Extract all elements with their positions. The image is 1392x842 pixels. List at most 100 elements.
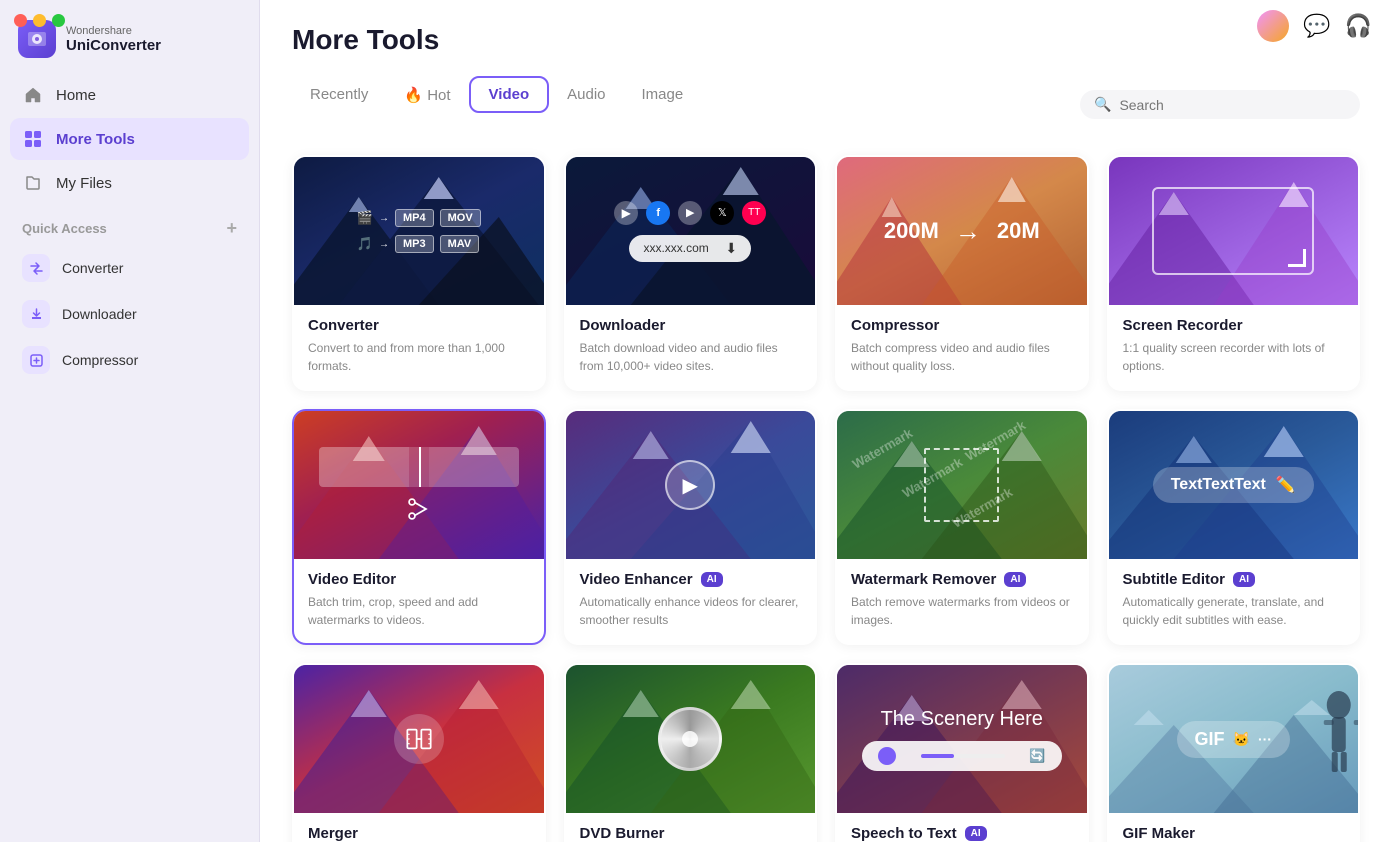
close-button[interactable] — [14, 14, 27, 27]
tool-card-subtitle-editor[interactable]: TextTextText ✏️ Subtitle Editor AI Autom… — [1107, 409, 1361, 645]
compressor-quick-icon — [22, 346, 50, 374]
converter-quick-icon — [22, 254, 50, 282]
ai-badge-subtitle-editor: AI — [1233, 572, 1255, 587]
sidebar-nav: Home More Tools My Files — [0, 74, 259, 204]
search-icon: 🔍 — [1094, 96, 1111, 113]
video-editor-thumb-overlay — [294, 411, 544, 559]
tool-card-screen-recorder[interactable]: Screen Recorder 1:1 quality screen recor… — [1107, 155, 1361, 391]
tool-thumb-gif-maker: GIF 🐱 ··· — [1109, 665, 1359, 813]
tool-desc-video-editor: Batch trim, crop, speed and add watermar… — [308, 593, 530, 629]
sidebar-item-home[interactable]: Home — [10, 74, 249, 116]
tool-name-video-enhancer: Video Enhancer — [580, 571, 693, 588]
tool-info-compressor: Compressor Batch compress video and audi… — [837, 305, 1087, 389]
tool-card-video-editor[interactable]: Video Editor Batch trim, crop, speed and… — [292, 409, 546, 645]
tool-thumb-compressor: 200M → 20M — [837, 157, 1087, 305]
quick-item-converter[interactable]: Converter — [10, 245, 249, 291]
tab-hot[interactable]: 🔥 Hot — [386, 78, 468, 112]
tool-desc-compressor: Batch compress video and audio files wit… — [851, 339, 1073, 375]
search-input[interactable] — [1119, 97, 1346, 113]
sidebar: Wondershare UniConverter Home More T — [0, 0, 260, 842]
sidebar-item-more-tools[interactable]: More Tools — [10, 118, 249, 160]
tool-name-compressor: Compressor — [851, 317, 939, 334]
tool-desc-watermark-remover: Batch remove watermarks from videos or i… — [851, 593, 1073, 629]
tool-thumb-screen-recorder — [1109, 157, 1359, 305]
tool-desc-video-enhancer: Automatically enhance videos for clearer… — [580, 593, 802, 629]
tool-name-gif-maker: GIF Maker — [1123, 825, 1196, 842]
tool-name-screen-recorder: Screen Recorder — [1123, 317, 1243, 334]
tool-card-watermark-remover[interactable]: Watermark Watermark Watermark Watermark … — [835, 409, 1089, 645]
quick-item-compressor[interactable]: Compressor — [10, 337, 249, 383]
converter-thumb-overlay: 🎬 → MP4 MOV 🎵 → MP3 MAV — [294, 157, 544, 305]
tool-info-video-enhancer: Video Enhancer AI Automatically enhance … — [566, 559, 816, 643]
tab-image[interactable]: Image — [624, 78, 702, 111]
tool-info-downloader: Downloader Batch download video and audi… — [566, 305, 816, 389]
tool-card-converter[interactable]: 🎬 → MP4 MOV 🎵 → MP3 MAV — [292, 155, 546, 391]
tool-card-merger[interactable]: Merger Merge multiple video or audio fil… — [292, 663, 546, 842]
user-avatar[interactable] — [1257, 10, 1289, 42]
tool-info-dvd-burner: DVD Burner Burn videos in different form… — [566, 813, 816, 842]
tool-thumb-video-editor — [294, 411, 544, 559]
sidebar-item-my-files-label: My Files — [56, 175, 112, 192]
home-icon — [22, 84, 44, 106]
files-icon — [22, 172, 44, 194]
tool-desc-subtitle-editor: Automatically generate, translate, and q… — [1123, 593, 1345, 629]
dvd-burner-thumb-overlay — [566, 665, 816, 813]
maximize-button[interactable] — [52, 14, 65, 27]
sidebar-item-my-files[interactable]: My Files — [10, 162, 249, 204]
downloader-thumb-overlay: ▶ f ▶ 𝕏 TT xxx.xxx.com ⬇ — [566, 157, 816, 305]
tool-card-compressor[interactable]: 200M → 20M Compressor Batch compress vid… — [835, 155, 1089, 391]
tab-recently[interactable]: Recently — [292, 78, 386, 111]
ai-badge-video-enhancer: AI — [701, 572, 723, 587]
quick-access-add-button[interactable]: + — [226, 218, 237, 239]
tool-info-merger: Merger Merge multiple video or audio fil… — [294, 813, 544, 842]
tab-audio[interactable]: Audio — [549, 78, 623, 111]
chat-icon[interactable]: 💬 — [1303, 13, 1330, 39]
app-brand: Wondershare — [66, 25, 161, 37]
quick-item-downloader[interactable]: Downloader — [10, 291, 249, 337]
tool-info-gif-maker: GIF Maker Create a GIF from a video or i… — [1109, 813, 1359, 842]
speech-thumb-overlay: The Scenery Here 🔄 — [837, 665, 1087, 813]
tool-card-dvd-burner[interactable]: DVD Burner Burn videos in different form… — [564, 663, 818, 842]
tool-name-watermark-remover: Watermark Remover — [851, 571, 996, 588]
tool-card-video-enhancer[interactable]: ▶ Video Enhancer AI Automatically enhanc… — [564, 409, 818, 645]
downloader-quick-icon — [22, 300, 50, 328]
tool-name-subtitle-editor: Subtitle Editor — [1123, 571, 1226, 588]
tool-thumb-merger — [294, 665, 544, 813]
tool-desc-downloader: Batch download video and audio files fro… — [580, 339, 802, 375]
tabs: Recently 🔥 Hot Video Audio Image — [292, 76, 701, 113]
ai-badge-speech-to-text: AI — [965, 826, 987, 841]
tab-video[interactable]: Video — [469, 76, 550, 113]
tool-card-downloader[interactable]: ▶ f ▶ 𝕏 TT xxx.xxx.com ⬇ — [564, 155, 818, 391]
tool-card-gif-maker[interactable]: GIF 🐱 ··· GIF Maker Create a GIF from a … — [1107, 663, 1361, 842]
quick-item-compressor-label: Compressor — [62, 352, 138, 368]
quick-access-label: Quick Access — [22, 221, 107, 236]
quick-access-section: Quick Access + — [0, 204, 259, 245]
app-header: Wondershare UniConverter — [0, 0, 259, 74]
tool-desc-screen-recorder: 1:1 quality screen recorder with lots of… — [1123, 339, 1345, 375]
tool-info-speech-to-text: Speech to Text AI Batch convert audio or… — [837, 813, 1087, 842]
tool-card-speech-to-text[interactable]: The Scenery Here 🔄 — [835, 663, 1089, 842]
tool-info-converter: Converter Convert to and from more than … — [294, 305, 544, 389]
main-content: 💬 🎧 More Tools Recently 🔥 Hot Video Audi… — [260, 0, 1392, 842]
tool-info-subtitle-editor: Subtitle Editor AI Automatically generat… — [1109, 559, 1359, 643]
tool-thumb-subtitle-editor: TextTextText ✏️ — [1109, 411, 1359, 559]
sidebar-item-home-label: Home — [56, 87, 96, 104]
gif-maker-thumb-overlay: GIF 🐱 ··· — [1109, 665, 1359, 813]
tool-desc-converter: Convert to and from more than 1,000 form… — [308, 339, 530, 375]
tool-thumb-watermark-remover: Watermark Watermark Watermark Watermark — [837, 411, 1087, 559]
tool-name-video-editor: Video Editor — [308, 571, 396, 588]
ai-badge-watermark-remover: AI — [1004, 572, 1026, 587]
quick-item-downloader-label: Downloader — [62, 306, 137, 322]
search-bar[interactable]: 🔍 — [1080, 90, 1360, 119]
tool-info-video-editor: Video Editor Batch trim, crop, speed and… — [294, 559, 544, 643]
video-enhancer-thumb-overlay: ▶ — [566, 411, 816, 559]
compressor-thumb-overlay: 200M → 20M — [837, 157, 1087, 305]
tool-name-merger: Merger — [308, 825, 358, 842]
quick-item-converter-label: Converter — [62, 260, 123, 276]
minimize-button[interactable] — [33, 14, 46, 27]
tool-thumb-speech-to-text: The Scenery Here 🔄 — [837, 665, 1087, 813]
page-title: More Tools — [292, 24, 1360, 56]
app-name: UniConverter — [66, 37, 161, 54]
headphones-icon[interactable]: 🎧 — [1345, 13, 1372, 39]
tool-name-dvd-burner: DVD Burner — [580, 825, 665, 842]
